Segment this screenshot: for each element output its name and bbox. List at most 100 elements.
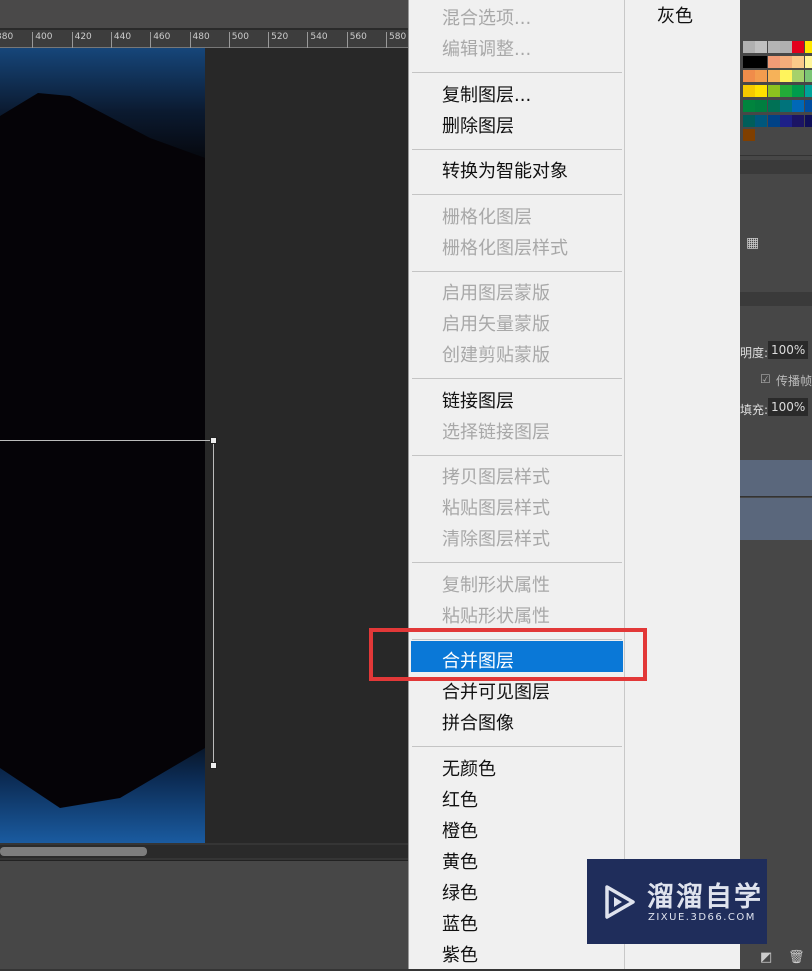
grid-icon[interactable]: ▦ bbox=[746, 235, 759, 251]
color-swatch[interactable] bbox=[792, 41, 804, 53]
menu-item: 选择链接图层 bbox=[442, 417, 550, 448]
mountain-silhouette bbox=[0, 48, 205, 843]
color-swatch[interactable] bbox=[780, 56, 792, 68]
fill-label: 填充: bbox=[740, 401, 768, 418]
menu-separator bbox=[412, 378, 622, 379]
menu-item: 清除图层样式 bbox=[442, 524, 550, 555]
color-swatch[interactable] bbox=[805, 100, 812, 112]
layer-row[interactable] bbox=[740, 498, 812, 540]
color-swatch[interactable] bbox=[792, 70, 804, 82]
scrollbar-thumb[interactable] bbox=[0, 847, 147, 856]
menu-separator bbox=[412, 746, 622, 747]
color-swatch[interactable] bbox=[743, 56, 755, 68]
menu-item[interactable]: 红色 bbox=[442, 785, 478, 816]
menu-item[interactable]: 链接图层 bbox=[442, 386, 514, 417]
menu-item[interactable]: 橙色 bbox=[442, 816, 478, 847]
color-swatch[interactable] bbox=[743, 70, 755, 82]
watermark-subtitle: ZIXUE.3D66.COM bbox=[648, 912, 756, 923]
ruler-tick: 480 bbox=[190, 32, 210, 48]
menu-item-gray[interactable]: 灰色 bbox=[657, 2, 693, 28]
menu-item[interactable]: 绿色 bbox=[442, 878, 478, 909]
menu-item: 启用图层蒙版 bbox=[442, 278, 550, 309]
color-swatch[interactable] bbox=[755, 41, 767, 53]
menu-item[interactable]: 紫色 bbox=[442, 940, 478, 971]
new-layer-icon[interactable]: ◩ bbox=[760, 950, 772, 965]
menu-item[interactable]: 复制图层... bbox=[442, 80, 531, 111]
menu-separator bbox=[412, 271, 622, 272]
color-swatch[interactable] bbox=[743, 41, 755, 53]
ruler-tick: 440 bbox=[111, 32, 131, 48]
menu-item: 创建剪贴蒙版 bbox=[442, 340, 550, 371]
color-swatch[interactable] bbox=[768, 41, 780, 53]
color-swatch[interactable] bbox=[780, 85, 792, 97]
annotation-highlight-box bbox=[369, 628, 647, 681]
color-swatch[interactable] bbox=[792, 56, 804, 68]
propagate-checkbox[interactable]: ☑ bbox=[760, 372, 771, 386]
layer-row[interactable] bbox=[740, 460, 812, 497]
fill-field[interactable]: 100% bbox=[768, 398, 808, 416]
ruler-tick: 520 bbox=[268, 32, 288, 48]
transform-box-edge bbox=[213, 440, 214, 765]
ruler-tick: 380 bbox=[0, 32, 13, 48]
opacity-field[interactable]: 100% bbox=[768, 341, 808, 359]
ruler-tick: 420 bbox=[72, 32, 92, 48]
color-swatch[interactable] bbox=[755, 85, 767, 97]
watermark-title: 溜溜自学 bbox=[647, 875, 763, 914]
color-swatch[interactable] bbox=[805, 56, 812, 68]
color-swatch[interactable] bbox=[792, 85, 804, 97]
swatches-footer bbox=[740, 140, 812, 156]
color-swatch[interactable] bbox=[805, 41, 812, 53]
color-swatch[interactable] bbox=[768, 70, 780, 82]
color-swatch[interactable] bbox=[768, 85, 780, 97]
ruler-tick: 400 bbox=[32, 32, 52, 48]
color-swatch[interactable] bbox=[743, 85, 755, 97]
ruler-tick: 580 bbox=[386, 32, 406, 48]
menu-item[interactable]: 拼合图像 bbox=[442, 708, 514, 739]
menu-item: 启用矢量蒙版 bbox=[442, 309, 550, 340]
menu-item[interactable]: 合并可见图层 bbox=[442, 677, 550, 708]
color-swatch[interactable] bbox=[755, 70, 767, 82]
color-swatch[interactable] bbox=[780, 115, 792, 127]
ruler-tick: 500 bbox=[229, 32, 249, 48]
horizontal-scrollbar[interactable] bbox=[0, 845, 408, 858]
menu-column-divider bbox=[624, 0, 625, 969]
menu-item: 粘贴形状属性 bbox=[442, 601, 550, 632]
color-swatch[interactable] bbox=[755, 100, 767, 112]
ruler-tick: 540 bbox=[307, 32, 327, 48]
menu-item[interactable]: 转换为智能对象 bbox=[442, 156, 568, 187]
color-swatch[interactable] bbox=[780, 70, 792, 82]
color-swatch[interactable] bbox=[792, 100, 804, 112]
menu-separator bbox=[412, 455, 622, 456]
color-swatch[interactable] bbox=[768, 56, 780, 68]
transform-handle[interactable] bbox=[210, 762, 217, 769]
color-swatch[interactable] bbox=[755, 56, 767, 68]
opacity-label: 明度: bbox=[740, 344, 768, 361]
propagate-label: 传播帧 bbox=[776, 372, 812, 389]
color-swatch[interactable] bbox=[780, 41, 792, 53]
menu-item[interactable]: 删除图层 bbox=[442, 111, 514, 142]
transform-handle[interactable] bbox=[210, 437, 217, 444]
menu-separator bbox=[412, 194, 622, 195]
ruler-tick: 560 bbox=[347, 32, 367, 48]
color-swatch[interactable] bbox=[768, 115, 780, 127]
menu-separator bbox=[412, 562, 622, 563]
canvas-image[interactable] bbox=[0, 48, 205, 843]
color-swatch[interactable] bbox=[805, 70, 812, 82]
trash-icon[interactable]: 🗑 bbox=[788, 950, 805, 965]
color-swatch[interactable] bbox=[743, 100, 755, 112]
color-swatch[interactable] bbox=[792, 115, 804, 127]
menu-item[interactable]: 无颜色 bbox=[442, 754, 496, 785]
horizontal-ruler: 380400420440460480500520540560580 bbox=[0, 30, 408, 48]
color-swatch[interactable] bbox=[780, 100, 792, 112]
color-swatch[interactable] bbox=[768, 100, 780, 112]
color-swatch[interactable] bbox=[805, 115, 812, 127]
right-panels: ▦ 明度: 100% ☑ 传播帧 填充: 100% ◩ 🗑 bbox=[740, 0, 812, 969]
context-menu: 混合选项...编辑调整...复制图层...删除图层转换为智能对象栅格化图层栅格化… bbox=[408, 0, 740, 969]
color-swatch[interactable] bbox=[743, 115, 755, 127]
color-swatch[interactable] bbox=[805, 85, 812, 97]
color-swatch[interactable] bbox=[755, 115, 767, 127]
play-logo-icon bbox=[601, 883, 637, 921]
menu-item: 拷贝图层样式 bbox=[442, 462, 550, 493]
menu-item[interactable]: 黄色 bbox=[442, 847, 478, 878]
menu-item[interactable]: 蓝色 bbox=[442, 909, 478, 940]
